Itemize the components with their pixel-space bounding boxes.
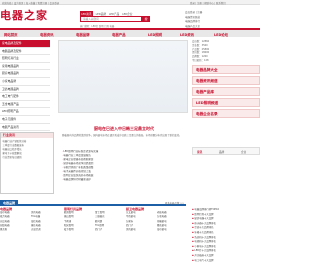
nav-item-forum[interactable]: LED论坛 [214, 32, 228, 37]
feature-block[interactable]: 电器产品库 [192, 86, 260, 96]
search-button[interactable]: 搜 [142, 16, 150, 22]
sidebar-item[interactable]: 家用电器品牌 [0, 63, 50, 71]
tab-company[interactable]: 企业 [241, 150, 246, 154]
brand-section-header: 电器品牌 更多电器品牌 >> [0, 200, 186, 206]
sidebar-item[interactable]: 电器品牌及配件 [0, 48, 50, 56]
ranking-list: 电器品牌排行榜TOP10 照明灯具十大品牌 厨房电器十大品牌 热水器十大品牌排名… [192, 208, 260, 263]
right-tabs: 资讯 品牌 企业 [192, 147, 260, 155]
news-list: LED照明行业标准正式发布实施 电器行业三季度发展报告 家电企业积极布局智能家居… [62, 150, 186, 182]
more-brands-link[interactable]: 更多电器品牌 >> [165, 201, 184, 205]
headline-title[interactable]: 厨电在已进入中日韩三足鼎立时代 [62, 126, 186, 132]
search-tab-product[interactable]: LED产品 [109, 12, 119, 16]
category-sidebar: 家电品牌及配件 电器品牌及配件 照明灯具行业 家用电器品牌 厨房电器品牌 小家电… [0, 40, 50, 132]
brand-link[interactable]: 松下照明 [64, 228, 95, 232]
tab-brand[interactable]: 品牌 [219, 150, 224, 154]
brand-link[interactable]: 西门子 [95, 228, 126, 232]
nav-item-home[interactable]: 网站首页 [4, 32, 18, 37]
brand-column: 厨卫电器品牌 方太厨电 老板电器 华帝厨电 万和电器 万家乐 帅康厨电 西门子 … [126, 207, 188, 232]
sidebar-item[interactable]: 小家电品牌 [0, 78, 50, 86]
sidebar-item[interactable]: 厨房电器品牌 [0, 70, 50, 78]
nav-item-led[interactable]: LED照明 [148, 32, 162, 37]
stat-line: 今日更新：128 [192, 58, 209, 62]
nav-item-brand[interactable]: 电器品牌 [76, 32, 90, 37]
nav-item-led-news[interactable]: LED资讯 [180, 32, 194, 37]
feature-block[interactable]: 电器企业名录 [192, 108, 260, 118]
nav-item-news[interactable]: 电器资讯 [40, 32, 54, 37]
news-box-line[interactable]: 行业资讯每日更新 [3, 156, 52, 160]
top-bar: 欢迎光临 | 设为首页 | 加入收藏 | 免费注册 | 会员登录 登录 | 注册… [0, 0, 260, 5]
feature-block[interactable]: 电器品牌大全 [192, 64, 260, 74]
headline-summary: 随着国内外品牌的激烈竞争，国内厨电市场正逐步形成中日韩三足鼎立的格局，市场份额分… [62, 134, 182, 137]
search-tab-brand[interactable]: LED品牌 [96, 12, 106, 16]
brand-column: 电器品牌 海尔电器 美的电器 格力电器 TCL电器 长虹电器 海信电器 创维电器… [0, 207, 62, 232]
topbar-right-links[interactable]: 登录 | 注册 | 帮助中心 | 联系我们 [190, 1, 226, 5]
news-box: 行业资讯 电器行业产销形势分析 三季度行业数据发布 电器出口稳步增长 家电下乡政… [0, 132, 54, 194]
brand-link[interactable]: 海尔厨电 [157, 228, 188, 232]
search-input[interactable]: 请输入关键词 [80, 16, 142, 22]
sidebar-item[interactable]: 电器产品资讯 [0, 124, 50, 132]
hot-search: 热门搜索：LED灯 照明 灯具 电器 [80, 24, 115, 28]
feature-block[interactable]: LED照明频道 [192, 97, 260, 107]
tab-news[interactable]: 资讯 [197, 150, 202, 154]
sidebar-item[interactable]: LED照明产品 [0, 108, 50, 116]
banner-image[interactable] [58, 40, 188, 113]
sidebar-item[interactable]: 电工电气配件 [0, 93, 50, 101]
brand-column: 照明灯具品牌 欧普照明 雷士照明 佛山照明 三雄极光 飞利浦 欧司朗 阳光照明 … [64, 207, 126, 232]
brand-link[interactable]: 美的厨电 [126, 228, 157, 232]
sidebar-item[interactable]: 电子元器件 [0, 116, 50, 124]
ranking-item[interactable]: 电工电气十大品牌 [192, 259, 260, 264]
site-logo[interactable]: 电器之家 [0, 7, 48, 23]
brand-section-title: 电器品牌 [0, 200, 19, 205]
feature-block[interactable]: 电器资讯频道 [192, 75, 260, 85]
news-item[interactable]: 电器品牌排行榜最新出炉 [62, 178, 186, 182]
sidebar-item[interactable]: 照明灯具行业 [0, 55, 50, 63]
search-tab-company[interactable]: LED企业 [122, 12, 132, 16]
sidebar-item[interactable]: 家电品牌及配件 [0, 40, 50, 48]
sidebar-item[interactable]: 卫浴电器品牌 [0, 86, 50, 94]
topbar-left-links[interactable]: 欢迎光临 | 设为首页 | 加入收藏 | 免费注册 | 会员登录 [2, 1, 59, 5]
brand-link[interactable]: 奥克斯 [0, 228, 31, 232]
main-nav: 网站首页 电器资讯 电器品牌 电器产品 LED照明 LED资讯 LED论坛 [0, 28, 260, 37]
nav-item-product[interactable]: 电器产品 [112, 32, 126, 37]
sidebar-item[interactable]: 五金电器产品 [0, 101, 50, 109]
brand-link[interactable]: 志高空调 [31, 228, 62, 232]
right-column: 会员数：12860 企业数：3560 产品数：25800 资讯数：18600 品… [192, 40, 260, 118]
